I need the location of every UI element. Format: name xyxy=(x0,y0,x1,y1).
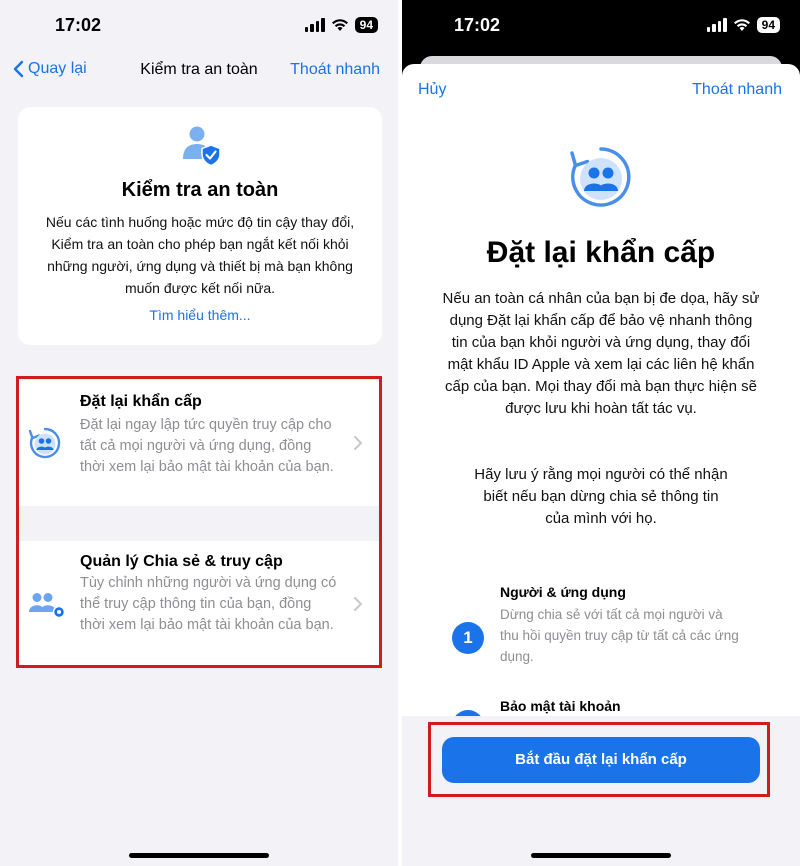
step-description: Dừng chia sẻ với tất cả mọi người và thu… xyxy=(500,607,739,664)
step-item: 1 Người & ứng dụng Dừng chia sẻ với tất … xyxy=(452,584,780,674)
sheet-note: Hãy lưu ý rằng mọi người có thể nhận biế… xyxy=(474,466,728,527)
step-number-badge: 1 xyxy=(452,622,484,654)
step-title: Bảo mật tài khoản xyxy=(500,698,621,714)
safety-check-screen: 17:02 94 Quay lại Kiểm tra an toàn Thoát… xyxy=(0,0,398,866)
emergency-reset-sheet-screen: 17:02 94 Hủy Thoát nhanh Đặt lại khẩn cấ… xyxy=(402,0,800,866)
status-time: 17:02 xyxy=(55,15,102,35)
intro-card: Kiểm tra an toàn Nếu các tình huống hoặc… xyxy=(18,107,382,345)
intro-title: Kiểm tra an toàn xyxy=(121,179,279,201)
quick-exit-button[interactable]: Thoát nhanh xyxy=(290,61,380,79)
home-indicator xyxy=(129,853,269,858)
quick-exit-button[interactable]: Thoát nhanh xyxy=(692,81,782,99)
learn-more-link[interactable]: Tìm hiểu thêm... xyxy=(18,307,382,323)
highlight-box xyxy=(16,376,382,668)
intro-body: Nếu các tình huống hoặc mức độ tin cậy t… xyxy=(45,214,355,296)
cellular-signal-icon xyxy=(706,18,727,32)
sheet-title: Đặt lại khẩn cấp xyxy=(486,236,716,269)
status-icons: 94 xyxy=(304,17,378,33)
cancel-button[interactable]: Hủy xyxy=(418,81,446,99)
emergency-reset-sheet: Hủy Thoát nhanh Đặt lại khẩn cấp Nếu an … xyxy=(402,64,800,866)
highlight-box xyxy=(428,722,770,797)
status-time: 17:02 xyxy=(454,15,501,35)
sheet-body: Nếu an toàn cá nhân của bạn bị đe dọa, h… xyxy=(442,290,760,417)
battery-indicator: 94 xyxy=(756,17,780,33)
battery-indicator: 94 xyxy=(354,17,378,33)
emergency-reset-icon xyxy=(570,147,631,207)
status-icons: 94 xyxy=(706,17,780,33)
home-indicator xyxy=(531,853,671,858)
wifi-icon xyxy=(331,19,348,31)
step-item: 2 Bảo mật tài khoản xyxy=(452,698,780,718)
cellular-signal-icon xyxy=(304,18,325,32)
person-shield-icon xyxy=(183,126,221,167)
wifi-icon xyxy=(733,19,750,31)
step-title: Người & ứng dụng xyxy=(500,584,626,600)
